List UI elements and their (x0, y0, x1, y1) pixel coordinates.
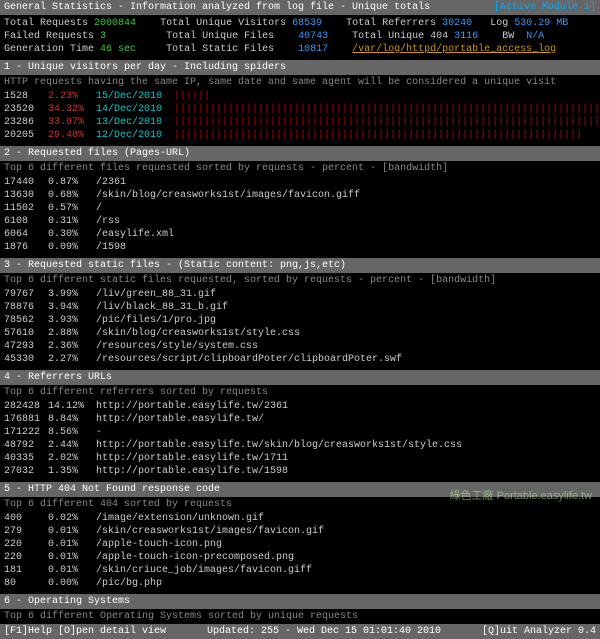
value-bw: N/A (526, 31, 544, 42)
section-4-header[interactable]: 4 - Referrers URLs (0, 370, 600, 385)
visitor-row: 2328633.97%13/Dec/2010 |||||||||||||||||… (4, 116, 596, 129)
value-unique-404: 3116 (454, 31, 478, 42)
section-5-sub: Top 6 different 404 sorted by requests (0, 497, 600, 512)
section-1-sub: HTTP requests having the same IP, same d… (0, 75, 600, 90)
label-log: Log (490, 18, 508, 29)
referrer-row: 487922.44%http://portable.easylife.tw/sk… (4, 439, 596, 452)
referrer-row: 1712228.56%- (4, 426, 596, 439)
static-row: 797673.99%/liv/green_88_31.gif (4, 288, 596, 301)
file-row: 61080.31%/rss (4, 215, 596, 228)
label-unique-files: Total Unique Files (166, 31, 274, 42)
section-3-sub: Top 6 different static files requested, … (0, 273, 600, 288)
static-row: 472932.36%/resources/style/system.css (4, 340, 596, 353)
label-total-requests: Total Requests (4, 18, 88, 29)
value-static-files: 10817 (298, 44, 328, 55)
notfound-row: 800.00%/pic/bg.php (4, 577, 596, 590)
label-failed-requests: Failed Requests (4, 31, 94, 42)
static-row: 788763.94%/liv/black_88_31_b.gif (4, 301, 596, 314)
general-stats: Total Requests 2000844 Total Unique Visi… (0, 17, 600, 58)
static-row: 785623.93%/pic/files/1/pro.jpg (4, 314, 596, 327)
value-gen-time: 46 sec (100, 44, 136, 55)
section-3-body: 797673.99%/liv/green_88_31.gif 788763.94… (0, 288, 600, 368)
notfound-row: 2200.01%/apple-touch-icon-precomposed.pn… (4, 551, 596, 564)
label-bw: BW (502, 31, 514, 42)
notfound-row: 2200.01%/apple-touch-icon.png (4, 538, 596, 551)
section-1-header[interactable]: 1 - Unique visitors per day - Including … (0, 60, 600, 75)
label-referrers: Total Referrers (346, 18, 436, 29)
footer-help[interactable]: [F1]Help [O]pen detail view (4, 625, 166, 638)
header-title: General Statistics - Information analyze… (4, 1, 430, 14)
label-unique-visitors: Total Unique Visitors (160, 18, 286, 29)
value-failed-requests: 3 (100, 31, 106, 42)
label-static-files: Total Static Files (166, 44, 274, 55)
notfound-row: 1810.01%/skin/criuce_job/images/favicon.… (4, 564, 596, 577)
referrer-row: 403352.02%http://portable.easylife.tw/17… (4, 452, 596, 465)
file-row: 60640.30%/easylife.xml (4, 228, 596, 241)
section-4-sub: Top 6 different referrers sorted by requ… (0, 385, 600, 400)
file-row: 18760.09%/1598 (4, 241, 596, 254)
status-bar: [F1]Help [O]pen detail view Updated: 255… (0, 624, 600, 639)
footer-quit[interactable]: [Q]uit Analyzer 0.4 (482, 625, 596, 638)
file-row: 115020.57%/ (4, 202, 596, 215)
log-file-path: /var/log/httpd/portable_access_log (352, 44, 556, 55)
file-row: 174400.87%/2361 (4, 176, 596, 189)
section-6-header[interactable]: 6 - Operating Systems (0, 594, 600, 609)
static-row: 453302.27%/resources/script/clipboardPot… (4, 353, 596, 366)
file-row: 136300.68%/skin/blog/creasworks1st/image… (4, 189, 596, 202)
label-unique-404: Total Unique 404 (352, 31, 448, 42)
value-unique-visitors: 68539 (292, 18, 322, 29)
value-unique-files: 40743 (298, 31, 328, 42)
section-3-header[interactable]: 3 - Requested static files - (Static con… (0, 258, 600, 273)
value-referrers: 30240 (442, 18, 472, 29)
active-module-indicator[interactable]: [Active Module 1] (494, 1, 596, 14)
visitor-row: 2020529.48%12/Dec/2010 |||||||||||||||||… (4, 129, 596, 142)
section-2-sub: Top 6 different files requested sorted b… (0, 161, 600, 176)
bar-icon: ||||||||||||||||||||||||||||||||||||||||… (174, 117, 600, 128)
app-header: General Statistics - Information analyze… (0, 0, 600, 15)
section-5-header[interactable]: 5 - HTTP 404 Not Found response code (0, 482, 600, 497)
label-gen-time: Generation Time (4, 44, 94, 55)
footer-updated: Updated: 255 - Wed Dec 15 01:01:40 2010 (207, 625, 441, 638)
referrer-row: 1768818.84%http://portable.easylife.tw/ (4, 413, 596, 426)
section-5-body: 4000.02%/image/extension/unknown.gif 279… (0, 512, 600, 592)
section-2-body: 174400.87%/2361 136300.68%/skin/blog/cre… (0, 176, 600, 256)
section-6-sub: Top 6 different Operating Systems sorted… (0, 609, 600, 624)
section-1-body: 15282.23%15/Dec/2010 |||||| 2352034.32%1… (0, 90, 600, 144)
value-total-requests: 2000844 (94, 18, 136, 29)
section-2-header[interactable]: 2 - Requested files (Pages-URL) (0, 146, 600, 161)
notfound-row: 4000.02%/image/extension/unknown.gif (4, 512, 596, 525)
notfound-row: 2790.01%/skin/creasworks1st/images/favic… (4, 525, 596, 538)
visitor-row: 2352034.32%14/Dec/2010 |||||||||||||||||… (4, 103, 596, 116)
section-4-body: 28242814.12%http://portable.easylife.tw/… (0, 400, 600, 480)
bar-icon: ||||||||||||||||||||||||||||||||||||||||… (174, 104, 600, 115)
referrer-row: 270321.35%http://portable.easylife.tw/15… (4, 465, 596, 478)
visitor-row: 15282.23%15/Dec/2010 |||||| (4, 90, 596, 103)
value-log: 530.29 MB (514, 18, 568, 29)
static-row: 576102.88%/skin/blog/creasworks1st/style… (4, 327, 596, 340)
bar-icon: |||||| (174, 91, 210, 102)
bar-icon: ||||||||||||||||||||||||||||||||||||||||… (174, 130, 582, 141)
referrer-row: 28242814.12%http://portable.easylife.tw/… (4, 400, 596, 413)
